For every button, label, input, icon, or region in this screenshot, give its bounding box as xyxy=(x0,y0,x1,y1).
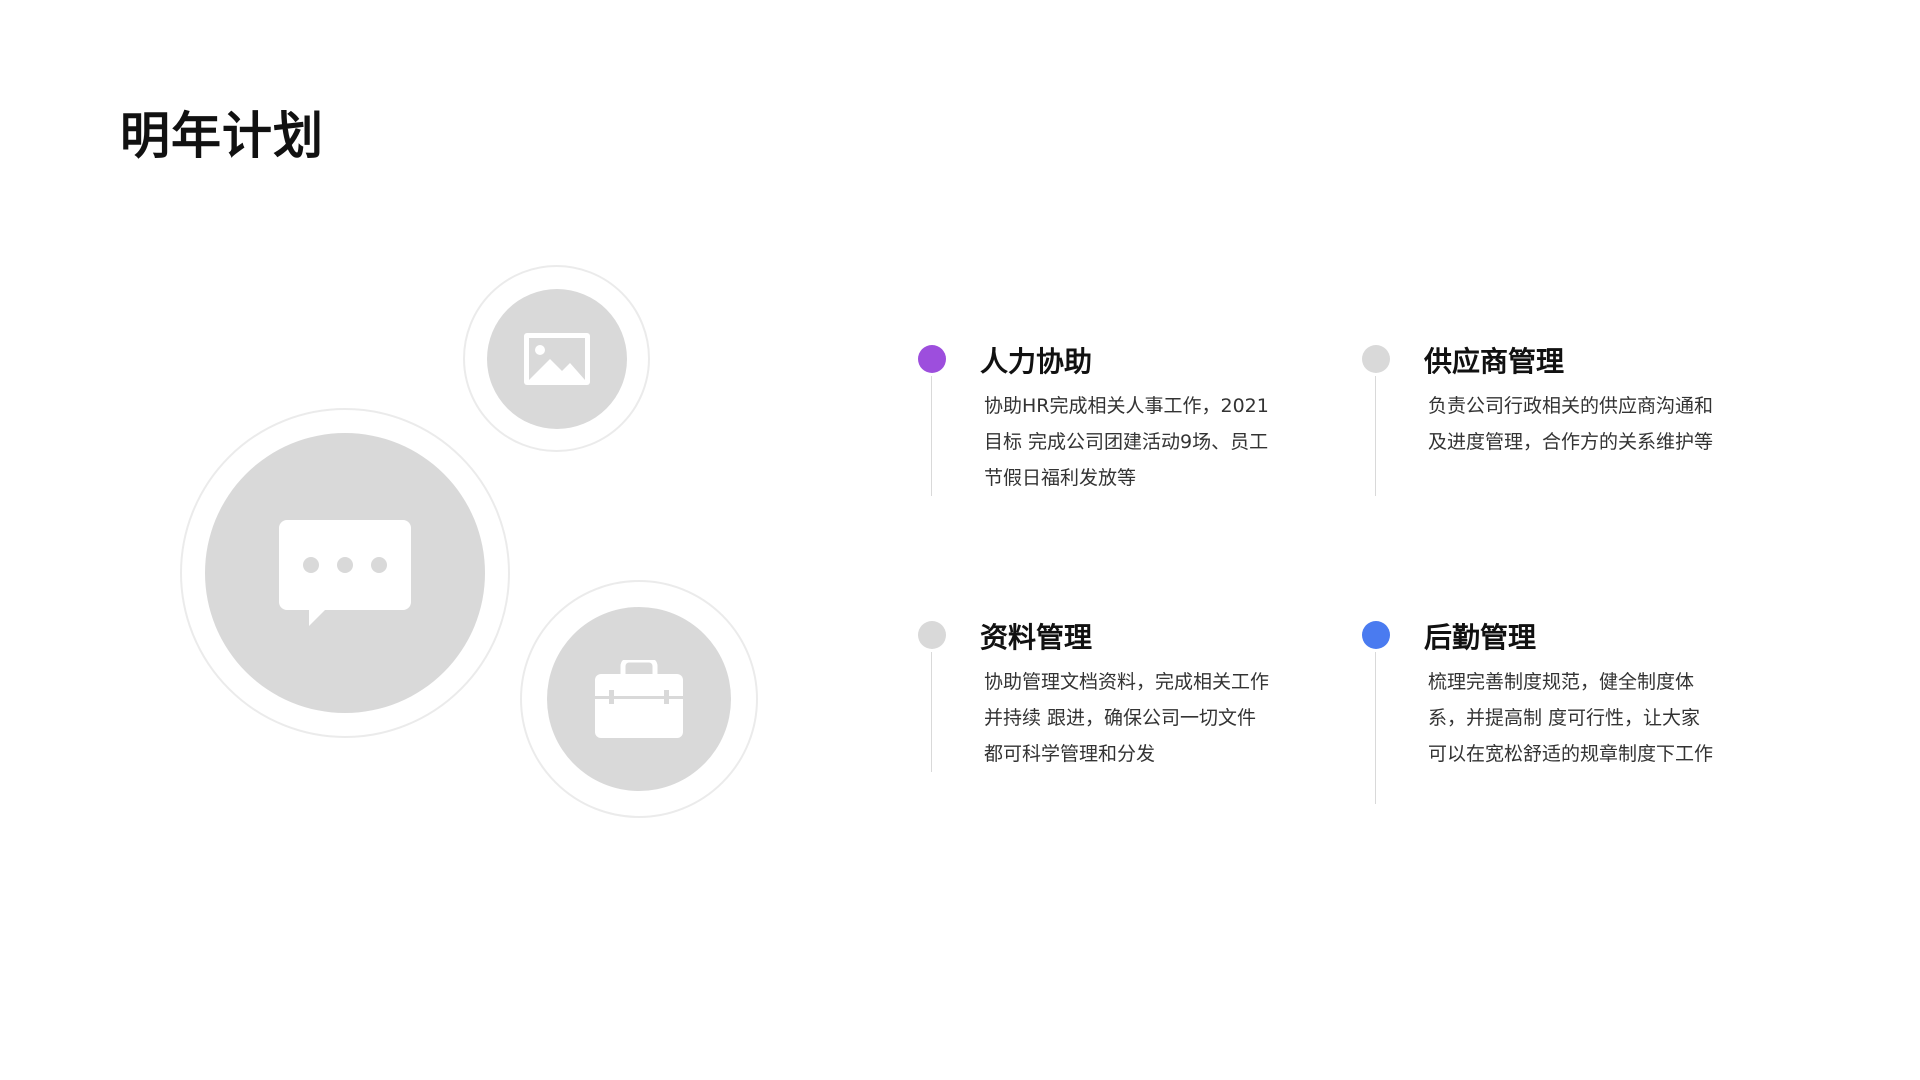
bullet-dot xyxy=(1362,345,1390,373)
timeline-line xyxy=(931,652,932,772)
timeline-line xyxy=(1375,652,1376,804)
image-icon-circle-fill xyxy=(486,288,627,429)
plan-description: 梳理完善制度规范，健全制度体系，并提高制 度可行性，让大家可以在宽松舒适的规章制… xyxy=(1428,671,1714,765)
briefcase-icon-circle xyxy=(520,580,758,818)
bullet-dot xyxy=(918,345,946,373)
plan-title: 资料管理 xyxy=(980,621,1093,654)
bullet-dot xyxy=(1362,621,1390,649)
plan-description: 负责公司行政相关的供应商沟通和及进度管理，合作方的关系维护等 xyxy=(1428,395,1714,453)
image-icon-circle xyxy=(463,265,650,452)
plan-title: 人力协助 xyxy=(980,345,1093,378)
plan-description: 协助HR完成相关人事工作，2021目标 完成公司团建活动9场、员工节假日福利发放… xyxy=(984,395,1269,489)
chat-bubble-icon xyxy=(279,520,411,626)
plan-title: 供应商管理 xyxy=(1424,345,1565,378)
plan-title: 后勤管理 xyxy=(1424,621,1537,654)
briefcase-icon xyxy=(595,660,683,738)
briefcase-icon-circle-fill xyxy=(547,607,731,791)
plan-description: 协助管理文档资料，完成相关工作并持续 跟进，确保公司一切文件都可科学管理和分发 xyxy=(984,671,1270,765)
chat-icon-circle-fill xyxy=(205,433,485,713)
page-title: 明年计划 xyxy=(120,107,324,165)
timeline-line xyxy=(1375,376,1376,496)
image-icon xyxy=(523,332,590,385)
timeline-line xyxy=(931,376,932,496)
bullet-dot xyxy=(918,621,946,649)
chat-icon-circle xyxy=(180,408,510,738)
